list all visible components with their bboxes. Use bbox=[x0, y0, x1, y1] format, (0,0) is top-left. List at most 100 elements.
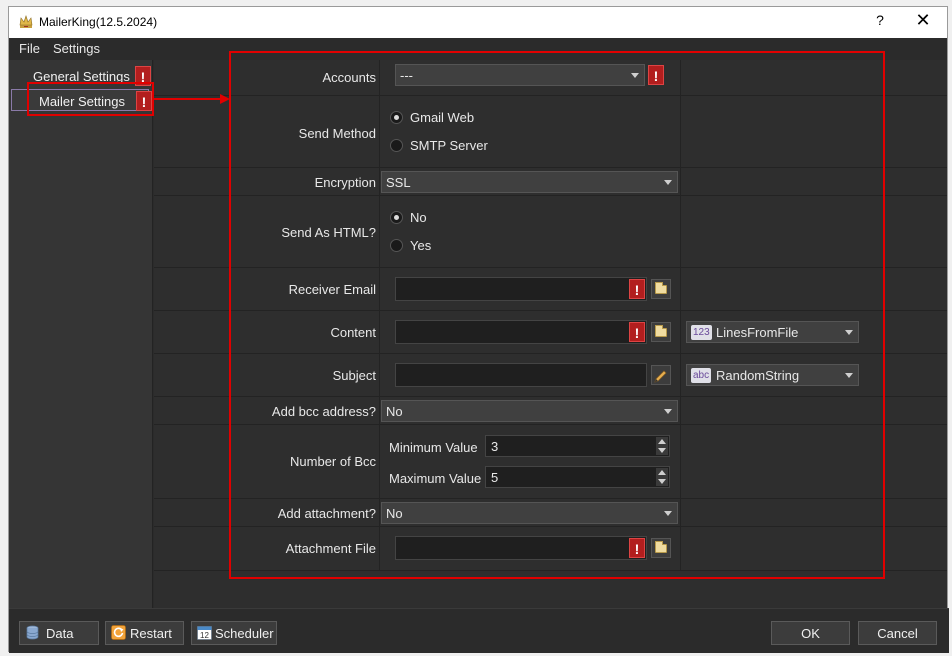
chevron-down-icon bbox=[664, 180, 672, 185]
text-type-icon: abc bbox=[691, 368, 712, 383]
spin-buttons[interactable] bbox=[656, 468, 668, 486]
generator-value: LinesFromFile bbox=[716, 325, 799, 340]
folder-icon bbox=[655, 541, 667, 553]
data-button-label: Data bbox=[46, 626, 74, 641]
receiver-email-input[interactable] bbox=[395, 277, 647, 301]
error-icon: ! bbox=[629, 322, 645, 342]
radio-label: Gmail Web bbox=[410, 110, 475, 125]
ok-button-label: OK bbox=[801, 626, 820, 641]
receiver-email-label: Receiver Email bbox=[288, 282, 376, 297]
radio-dot bbox=[390, 239, 403, 252]
add-bcc-select[interactable]: No bbox=[381, 400, 678, 422]
sidebar-item-label: General Settings bbox=[33, 69, 130, 84]
accounts-select[interactable]: --- bbox=[395, 64, 645, 86]
content-input[interactable] bbox=[395, 320, 647, 344]
menu-file[interactable]: File bbox=[19, 41, 40, 56]
cancel-button[interactable]: Cancel bbox=[858, 621, 937, 645]
accounts-row: Accounts --- ! bbox=[154, 60, 947, 96]
ok-button[interactable]: OK bbox=[771, 621, 850, 645]
encryption-label: Encryption bbox=[314, 175, 376, 190]
subject-generator-select[interactable]: abc RandomString bbox=[686, 364, 859, 386]
add-attachment-value: No bbox=[386, 506, 403, 521]
send-as-html-label: Send As HTML? bbox=[281, 225, 376, 240]
radio-dot bbox=[390, 211, 403, 224]
pencil-icon bbox=[654, 370, 667, 383]
restart-button-label: Restart bbox=[130, 626, 172, 641]
restart-icon bbox=[111, 625, 126, 640]
data-button[interactable]: Data bbox=[19, 621, 99, 645]
annotation-arrow-head-icon bbox=[220, 94, 230, 104]
spin-buttons[interactable] bbox=[656, 437, 668, 455]
calendar-icon: 12 bbox=[197, 626, 212, 640]
sidebar-item-label: Mailer Settings bbox=[39, 94, 125, 109]
chevron-down-icon bbox=[664, 409, 672, 414]
chevron-down-icon bbox=[845, 330, 853, 335]
menu-bar: File Settings bbox=[9, 38, 947, 60]
subject-input[interactable] bbox=[395, 363, 647, 387]
attachment-file-label: Attachment File bbox=[285, 541, 376, 556]
subject-label: Subject bbox=[332, 368, 376, 383]
chevron-down-icon bbox=[845, 373, 853, 378]
send-method-label: Send Method bbox=[298, 126, 376, 141]
cancel-button-label: Cancel bbox=[877, 626, 918, 641]
accounts-value: --- bbox=[400, 68, 413, 83]
add-attachment-label: Add attachment? bbox=[277, 506, 376, 521]
max-value-label: Maximum Value bbox=[389, 471, 482, 486]
max-value: 5 bbox=[491, 470, 499, 485]
help-button[interactable]: ? bbox=[871, 12, 889, 28]
settings-panel: Accounts --- ! Send Method Gmail Web SMT… bbox=[154, 60, 947, 608]
add-bcc-value: No bbox=[386, 404, 403, 419]
edit-button[interactable] bbox=[651, 365, 671, 385]
arrow-down-icon bbox=[658, 479, 666, 484]
open-file-button[interactable] bbox=[651, 538, 671, 558]
error-icon: ! bbox=[629, 279, 645, 299]
arrow-up-icon bbox=[658, 470, 666, 475]
chevron-down-icon bbox=[664, 511, 672, 516]
scheduler-button-label: Scheduler bbox=[215, 626, 274, 641]
calendar-icon-day: 12 bbox=[200, 631, 209, 640]
radio-label: SMTP Server bbox=[410, 138, 488, 153]
content-generator-select[interactable]: 123 LinesFromFile bbox=[686, 321, 859, 343]
content-row: Content ! 123 LinesFromFile bbox=[154, 311, 947, 354]
subject-row: Subject abc RandomString bbox=[154, 354, 947, 397]
numeric-type-icon: 123 bbox=[691, 325, 712, 340]
encryption-select[interactable]: SSL bbox=[381, 171, 678, 193]
menu-settings[interactable]: Settings bbox=[53, 41, 100, 56]
add-bcc-label: Add bcc address? bbox=[271, 404, 376, 419]
settings-sidebar: General Settings ! Mailer Settings ! bbox=[9, 60, 153, 608]
database-icon bbox=[26, 625, 39, 640]
min-value-label: Minimum Value bbox=[389, 440, 478, 455]
send-as-html-row: Send As HTML? No Yes bbox=[154, 196, 947, 268]
window-title: MailerKing(12.5.2024) bbox=[39, 15, 158, 29]
error-icon: ! bbox=[135, 66, 151, 86]
scheduler-button[interactable]: 12 Scheduler bbox=[191, 621, 277, 645]
arrow-up-icon bbox=[658, 439, 666, 444]
max-value-spinbox[interactable]: 5 bbox=[485, 466, 670, 488]
crown-app-icon bbox=[19, 15, 33, 28]
radio-label: No bbox=[410, 210, 427, 225]
folder-icon bbox=[655, 325, 667, 337]
arrow-down-icon bbox=[658, 448, 666, 453]
attachment-file-input[interactable] bbox=[395, 536, 647, 560]
main-window: MailerKing(12.5.2024) ? ✕ File Settings … bbox=[8, 6, 949, 653]
restart-button[interactable]: Restart bbox=[105, 621, 184, 645]
radio-dot bbox=[390, 111, 403, 124]
folder-icon bbox=[655, 282, 667, 294]
number-of-bcc-row: Number of Bcc Minimum Value 3 Maximum Va… bbox=[154, 425, 947, 499]
chevron-down-icon bbox=[631, 73, 639, 78]
add-bcc-row: Add bcc address? No bbox=[154, 397, 947, 425]
number-of-bcc-label: Number of Bcc bbox=[290, 454, 376, 469]
sidebar-item-general-settings[interactable]: General Settings ! bbox=[11, 65, 151, 87]
sidebar-item-mailer-settings[interactable]: Mailer Settings ! bbox=[11, 89, 152, 111]
open-file-button[interactable] bbox=[651, 279, 671, 299]
open-file-button[interactable] bbox=[651, 322, 671, 342]
min-value: 3 bbox=[491, 439, 499, 454]
receiver-email-row: Receiver Email ! bbox=[154, 268, 947, 311]
close-button[interactable]: ✕ bbox=[911, 10, 935, 31]
add-attachment-row: Add attachment? No bbox=[154, 499, 947, 527]
min-value-spinbox[interactable]: 3 bbox=[485, 435, 670, 457]
error-icon: ! bbox=[629, 538, 645, 558]
add-attachment-select[interactable]: No bbox=[381, 502, 678, 524]
encryption-value: SSL bbox=[386, 175, 411, 190]
radio-dot bbox=[390, 139, 403, 152]
